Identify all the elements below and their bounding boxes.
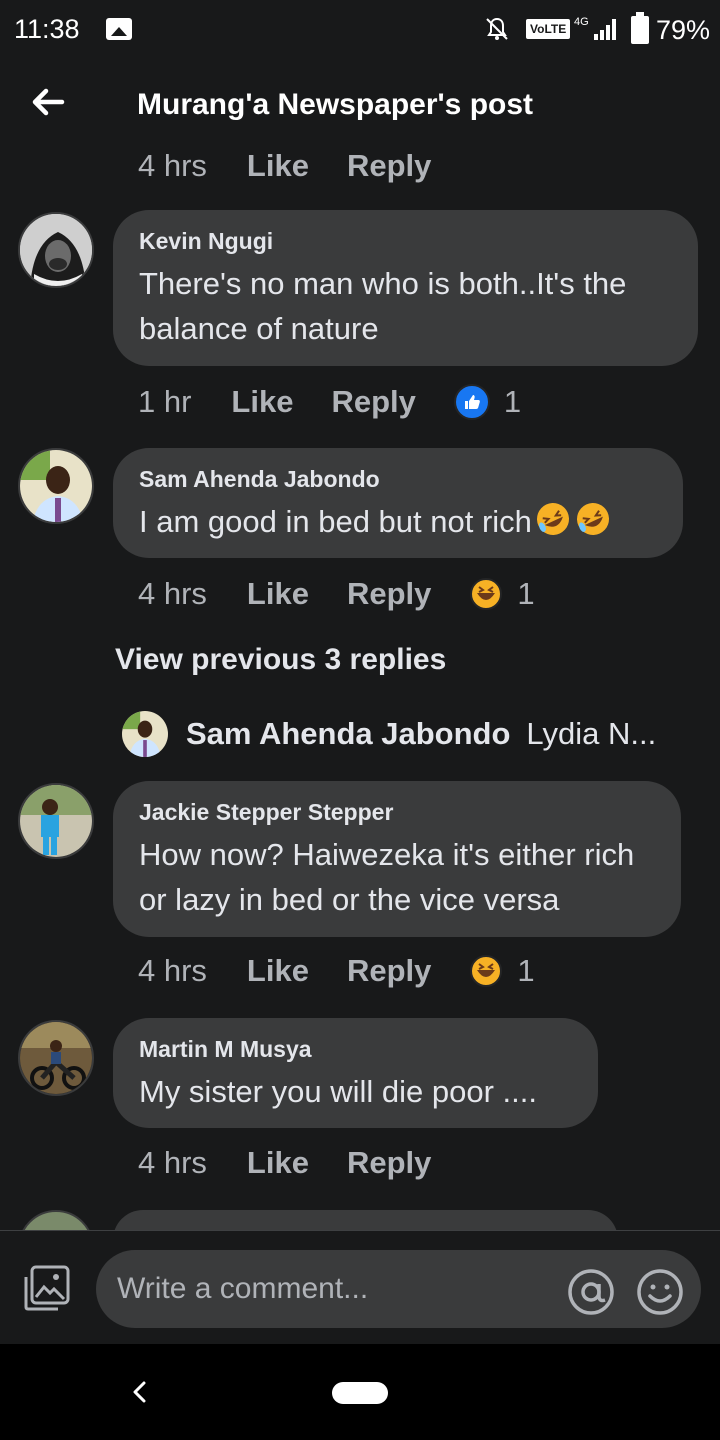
reply-button[interactable]: Reply: [331, 384, 415, 420]
comment-time: 4 hrs: [138, 1145, 207, 1180]
avatar[interactable]: [18, 212, 94, 288]
post-header: Murang'a Newspaper's post: [0, 62, 720, 146]
comment-author[interactable]: Jackie Stepper Stepper: [139, 799, 655, 826]
comment-composer: [0, 1230, 720, 1345]
like-button[interactable]: Like: [247, 576, 309, 612]
comment-time: 4 hrs: [138, 148, 207, 183]
comment-time: 1 hr: [138, 384, 192, 419]
avatar[interactable]: [18, 783, 94, 859]
signal-strength-icon: [594, 19, 616, 40]
rofl-emoji: [536, 503, 569, 535]
comment-meta-row: 1 hr Like Reply 1: [138, 382, 521, 422]
thumbs-up-icon: [453, 384, 490, 420]
reaction-count: 1: [517, 576, 535, 611]
comment-meta-row: 4 hrs Like Reply 1: [138, 951, 535, 991]
comment-text: My sister you will die poor ....: [139, 1074, 537, 1109]
battery-icon: [631, 12, 649, 44]
volte-badge: VoLTE: [526, 19, 571, 39]
reaction-summary[interactable]: 1: [469, 953, 535, 989]
comment-bubble[interactable]: Kevin Ngugi There's no man who is both..…: [113, 210, 698, 366]
network-type: 4G: [574, 16, 589, 28]
comment-text: How now? Haiwezeka it's either rich or l…: [139, 837, 635, 917]
comment-text: I am good in bed but not rich: [139, 499, 657, 544]
avatar[interactable]: [18, 1020, 94, 1096]
reaction-summary[interactable]: 1: [453, 384, 522, 420]
comment-bubble[interactable]: Sam Ahenda Jabondo I am good in bed but …: [113, 448, 683, 558]
view-previous-replies-link[interactable]: View previous 3 replies: [115, 643, 446, 677]
avatar[interactable]: [18, 448, 94, 524]
arrow-left-icon[interactable]: [28, 82, 68, 122]
comment-bubble[interactable]: Jackie Stepper Stepper How now? Haiwezek…: [113, 781, 681, 937]
system-navigation-bar: [0, 1344, 720, 1440]
comment-bubble[interactable]: [113, 1210, 618, 1230]
reply-button[interactable]: Reply: [347, 148, 431, 184]
avatar[interactable]: [122, 711, 168, 757]
reply-button[interactable]: Reply: [347, 576, 431, 612]
comment-meta-row: 4 hrs Like Reply: [138, 1143, 469, 1183]
like-button[interactable]: Like: [247, 148, 309, 184]
reply-text: Lydia N...: [526, 716, 657, 751]
reaction-summary[interactable]: 1: [469, 576, 535, 612]
comment-time: 4 hrs: [138, 576, 207, 611]
comment-bubble[interactable]: Martin M Musya My sister you will die po…: [113, 1018, 598, 1128]
mute-notifications-icon: [486, 17, 508, 40]
comment-author[interactable]: Martin M Musya: [139, 1036, 572, 1063]
like-button[interactable]: Like: [247, 1145, 309, 1181]
battery-percent: 79%: [656, 15, 711, 45]
comments-feed[interactable]: 4 hrs Like Reply Kevin Ngugi There's no …: [0, 146, 720, 1230]
page-title: Murang'a Newspaper's post: [137, 88, 534, 121]
comment-text-content: I am good in bed but not rich: [139, 504, 532, 539]
reply-button[interactable]: Reply: [347, 1145, 431, 1181]
reply-preview[interactable]: Sam Ahenda Jabondo Lydia N...: [122, 710, 656, 758]
reaction-count: 1: [517, 953, 535, 988]
gallery-notification-icon: [106, 18, 132, 40]
status-bar: 11:38 VoLTE 4G 79%: [0, 0, 720, 62]
photo-icon[interactable]: [22, 1263, 72, 1313]
like-button[interactable]: Like: [247, 953, 309, 989]
smiley-icon[interactable]: [635, 1267, 685, 1317]
comment-text: There's no man who is both..It's the bal…: [139, 266, 627, 346]
reaction-count: 1: [503, 384, 522, 419]
like-button[interactable]: Like: [231, 384, 293, 420]
comment-meta-row: 4 hrs Like Reply 1: [138, 574, 535, 614]
rofl-emoji: [576, 503, 609, 535]
laughing-icon: [470, 955, 503, 987]
at-icon[interactable]: [566, 1267, 616, 1317]
reply-button[interactable]: Reply: [347, 953, 431, 989]
laughing-icon: [470, 578, 503, 610]
nav-back-icon[interactable]: [126, 1378, 154, 1406]
comment-author[interactable]: Sam Ahenda Jabondo: [139, 466, 657, 493]
comment-author[interactable]: Kevin Ngugi: [139, 228, 672, 255]
comment-time: 4 hrs: [138, 953, 207, 988]
status-time: 11:38: [14, 14, 80, 44]
nav-home-pill[interactable]: [332, 1382, 388, 1404]
reply-author[interactable]: Sam Ahenda Jabondo: [186, 716, 510, 752]
comment-meta-row: 4 hrs Like Reply: [138, 146, 469, 186]
avatar[interactable]: [18, 1210, 94, 1230]
